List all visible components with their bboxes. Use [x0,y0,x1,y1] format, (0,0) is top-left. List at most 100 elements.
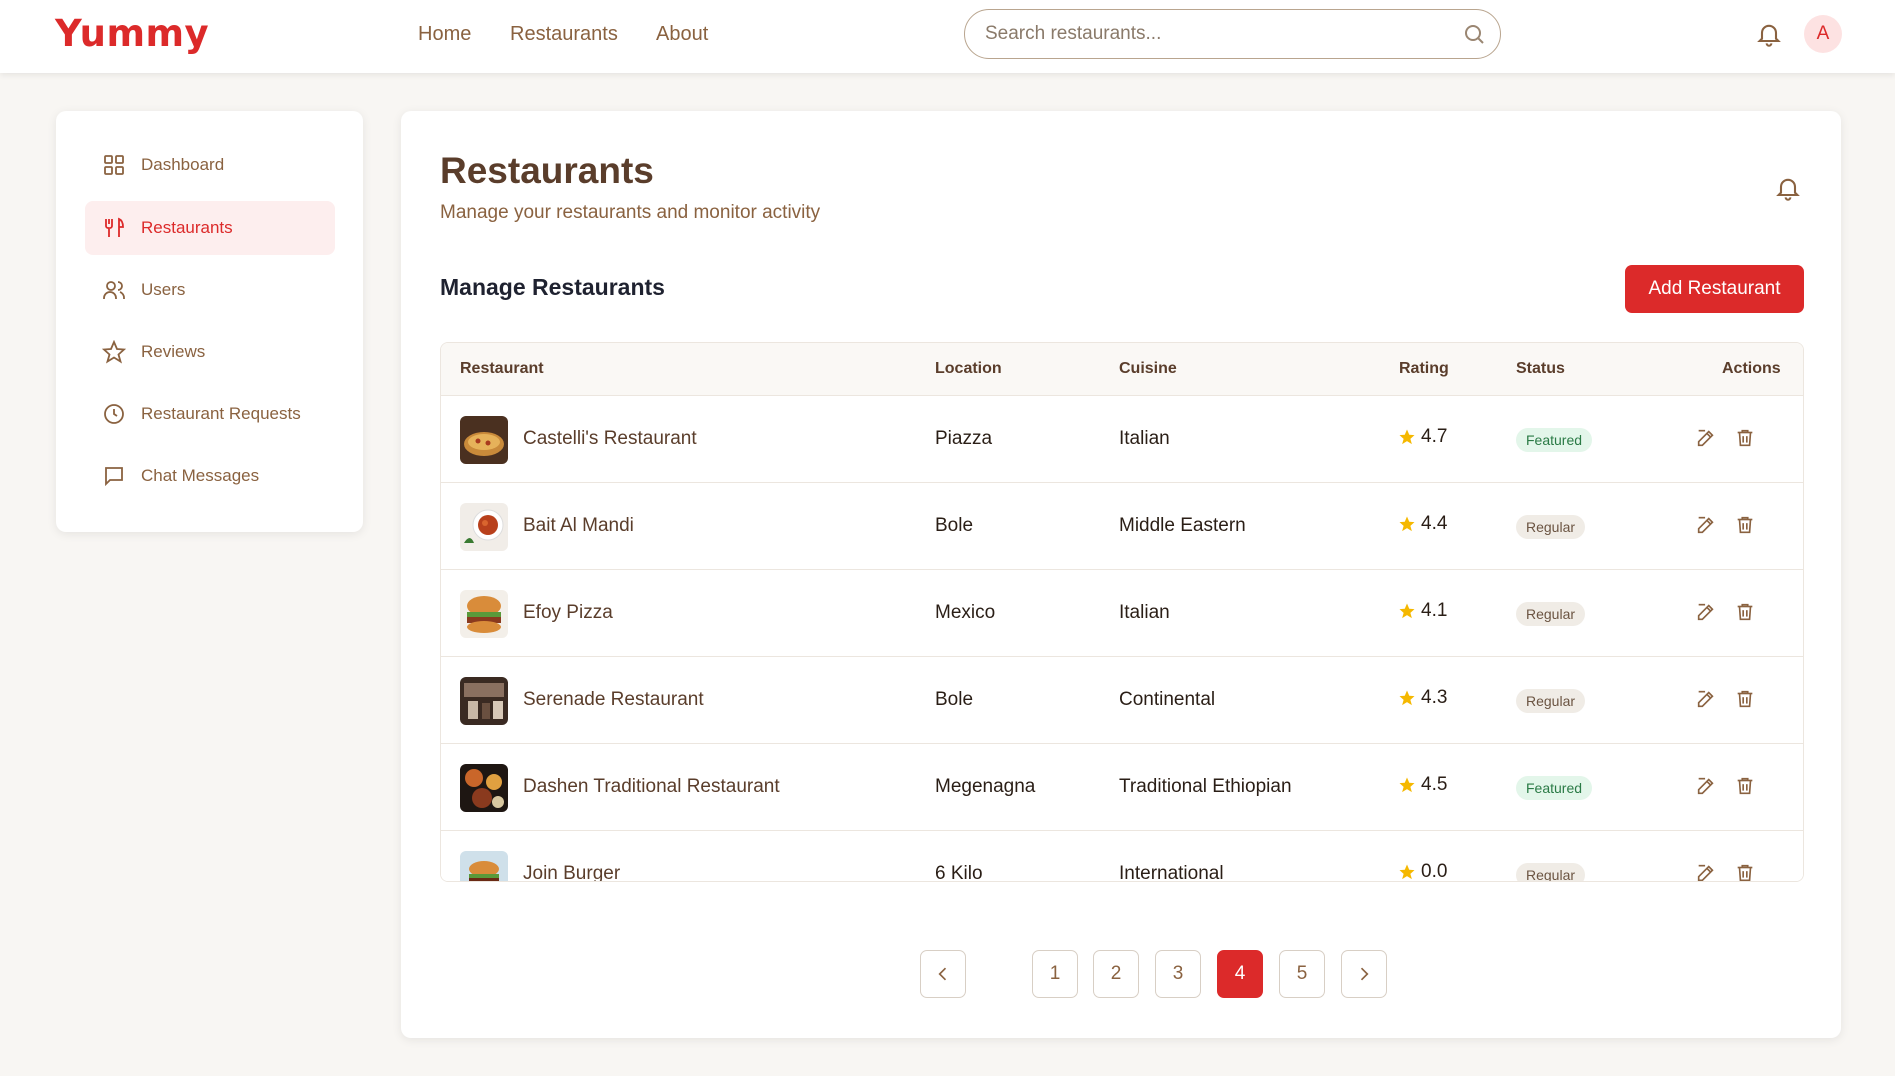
table-row[interactable]: Bait Al Mandi Bole Middle Eastern 4.4 Re… [441,483,1803,570]
clock-icon [104,404,124,424]
star-icon [1399,603,1415,619]
page-4-button[interactable]: 4 [1217,950,1263,998]
restaurant-rating: 4.5 [1398,774,1447,796]
restaurant-cuisine: International [1119,863,1224,882]
column-header-restaurant: Restaurant [460,360,544,377]
restaurant-name: Serenade Restaurant [523,689,704,710]
add-restaurant-button[interactable]: Add Restaurant [1625,265,1804,313]
restaurant-location: Bole [935,689,974,710]
restaurant-location: Bole [935,515,974,536]
nav-home-link[interactable]: Home [418,23,471,46]
star-icon [1399,690,1415,706]
column-header-location: Location [935,360,1002,377]
sidebar-item-label: Users [141,280,186,299]
table-row[interactable]: Efoy Pizza Mexico Italian 4.1 Regular [441,570,1803,657]
page-5-button[interactable]: 5 [1279,950,1325,998]
trash-icon[interactable] [1734,862,1756,882]
sidebar-item-restaurants[interactable]: Restaurants [85,201,335,255]
restaurant-rating: 4.1 [1398,600,1447,622]
trash-icon[interactable] [1734,601,1756,623]
restaurant-rating: 4.7 [1398,426,1447,448]
restaurant-thumbnail [460,764,508,812]
trash-icon[interactable] [1734,775,1756,797]
sidebar-item-users[interactable]: Users [85,263,335,317]
notification-bell-icon[interactable] [1774,173,1802,203]
rating-value: 4.1 [1421,600,1448,621]
restaurant-name: Bait Al Mandi [523,515,634,536]
page-2-button[interactable]: 2 [1093,950,1139,998]
table-row[interactable]: Dashen Traditional Restaurant Megenagna … [441,744,1803,831]
page-3-button[interactable]: 3 [1155,950,1201,998]
restaurant-thumbnail [460,677,508,725]
restaurant-thumbnail [460,851,508,881]
search-input[interactable] [985,10,1455,57]
status-badge: Featured [1516,776,1593,800]
trash-icon[interactable] [1734,688,1756,710]
restaurant-cuisine: Traditional Ethiopian [1119,776,1292,797]
table-row[interactable]: Join Burger 6 Kilo International 0.0 Reg… [441,831,1803,882]
prev-page-button[interactable] [920,950,966,998]
table-row[interactable]: Castelli's Restaurant Piazza Italian 4.7… [441,396,1803,483]
star-icon [1399,777,1415,793]
table-row[interactable]: Serenade Restaurant Bole Continental 4.3… [441,657,1803,744]
next-page-button[interactable] [1341,950,1387,998]
status-badge: Featured [1516,428,1593,452]
chat-icon [105,467,123,487]
restaurant-thumbnail [460,416,508,464]
column-header-status: Status [1516,360,1565,377]
users-icon [103,281,125,299]
section-title: Manage Restaurants [440,274,665,300]
restaurant-location: 6 Kilo [935,863,983,882]
restaurant-cuisine: Middle Eastern [1119,515,1246,536]
star-icon [1399,516,1415,532]
notification-bell-icon[interactable] [1755,19,1783,49]
column-header-cuisine: Cuisine [1119,360,1177,377]
chevron-left-icon [938,967,947,981]
sidebar-item-label: Restaurants [141,218,233,237]
restaurant-cuisine: Italian [1119,602,1170,623]
nav-about-link[interactable]: About [656,23,708,46]
nav-restaurants-link[interactable]: Restaurants [510,23,618,46]
rating-value: 4.3 [1421,687,1448,708]
restaurant-name: Dashen Traditional Restaurant [523,776,780,797]
restaurant-location: Mexico [935,602,996,623]
main-panel: Restaurants Manage your restaurants and … [401,111,1841,1038]
sidebar-item-label: Chat Messages [141,466,260,485]
logo[interactable]: Yummy [55,12,209,55]
table-header: Restaurant Location Cuisine Rating Statu… [441,343,1803,396]
restaurants-table: Restaurant Location Cuisine Rating Statu… [440,342,1804,882]
page-1-button[interactable]: 1 [1032,950,1078,998]
sidebar-item-reviews[interactable]: Reviews [85,325,335,379]
restaurant-location: Megenagna [935,776,1036,797]
sidebar-item-restaurant-requests[interactable]: Restaurant Requests [85,387,335,441]
edit-icon[interactable] [1695,862,1717,882]
status-badge: Regular [1516,863,1586,881]
status-badge: Regular [1516,602,1586,626]
sidebar-item-dashboard[interactable]: Dashboard [85,138,335,192]
restaurant-thumbnail [460,503,508,551]
rating-value: 0.0 [1421,861,1448,882]
top-navbar: Yummy Home Restaurants About A [0,0,1895,73]
sidebar-item-chat-messages[interactable]: Chat Messages [85,449,335,503]
edit-icon[interactable] [1695,775,1717,797]
rating-value: 4.4 [1421,513,1448,534]
trash-icon[interactable] [1734,514,1756,536]
star-icon [1399,429,1415,445]
star-icon [1399,864,1415,880]
search-icon[interactable] [1462,22,1486,46]
utensils-icon [105,217,124,237]
edit-icon[interactable] [1695,514,1717,536]
chevron-right-icon [1360,967,1369,981]
restaurant-rating: 0.0 [1398,861,1448,882]
edit-icon[interactable] [1695,427,1717,449]
edit-icon[interactable] [1695,688,1717,710]
restaurant-name: Efoy Pizza [523,602,613,623]
column-header-actions: Actions [1722,360,1781,377]
restaurant-name: Join Burger [523,863,621,882]
trash-icon[interactable] [1734,427,1756,449]
edit-icon[interactable] [1695,601,1717,623]
sidebar-item-label: Reviews [141,342,206,361]
avatar[interactable]: A [1804,15,1842,53]
restaurant-name: Castelli's Restaurant [523,428,697,449]
restaurant-cuisine: Italian [1119,428,1170,449]
